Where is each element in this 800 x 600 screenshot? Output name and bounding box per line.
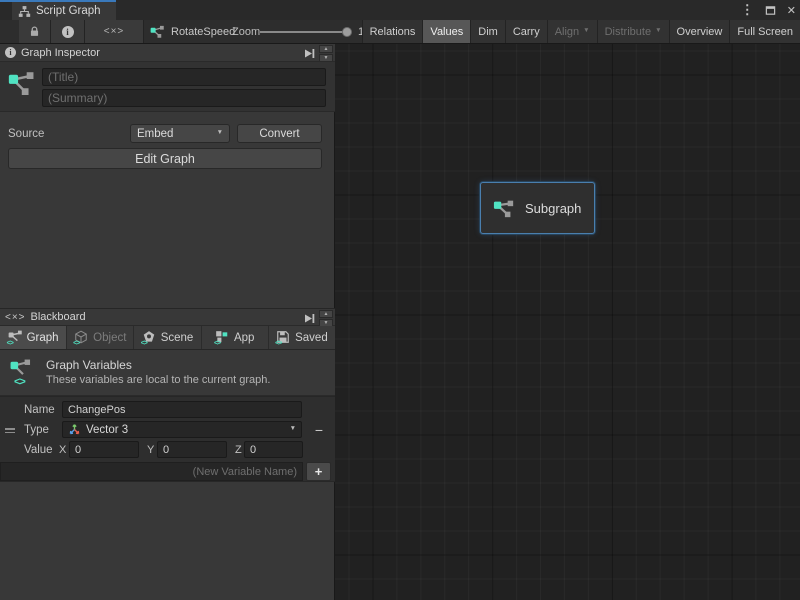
tab-scene[interactable]: <> Scene bbox=[134, 326, 200, 349]
blackboard-tabs: <> Graph <> Object bbox=[0, 326, 335, 350]
scroll-up-icon[interactable]: ▲ bbox=[319, 310, 333, 318]
graph-inspector-title: Graph Inspector bbox=[21, 47, 100, 59]
chevron-down-icon: ▼ bbox=[583, 28, 589, 35]
toolbar-left-group: i <×> bbox=[19, 20, 144, 43]
drag-handle[interactable] bbox=[5, 428, 15, 435]
graph-toolbar: i <×> RotateSpeed Zoom 1x Relations V bbox=[0, 20, 800, 44]
z-value-input[interactable] bbox=[244, 441, 303, 458]
x-axis-label: X bbox=[59, 441, 66, 458]
dim-button[interactable]: Dim bbox=[471, 20, 505, 43]
relations-button[interactable]: Relations bbox=[363, 20, 423, 43]
chevron-down-icon: ▼ bbox=[655, 28, 661, 35]
side-panel: i Graph Inspector ▲ ▼ Source bbox=[0, 44, 335, 600]
zoom-label: Zoom bbox=[232, 20, 260, 43]
blackboard-header: <×> Blackboard ▲ ▼ bbox=[0, 308, 335, 326]
tab-title: Script Graph bbox=[36, 5, 101, 17]
add-variable-button[interactable]: + bbox=[306, 462, 331, 481]
titlebar: Script Graph ⋮ ✕ bbox=[0, 0, 800, 20]
align-dropdown[interactable]: Align ▼ bbox=[548, 20, 597, 43]
graph-variables-section: <> Graph Variables These variables are l… bbox=[0, 350, 335, 396]
info-icon: i bbox=[62, 26, 74, 38]
variable-type-dropdown[interactable]: Vector 3 ▼ bbox=[62, 421, 302, 438]
type-label: Type bbox=[24, 421, 49, 439]
app-variables-icon: <> bbox=[215, 330, 230, 345]
blackboard-title: Blackboard bbox=[31, 311, 86, 323]
variable-value-row: Value X Y Z bbox=[0, 441, 335, 459]
graph-inspector-header: i Graph Inspector ▲ ▼ bbox=[0, 44, 335, 62]
window-menu-icon[interactable]: ⋮ bbox=[741, 2, 754, 18]
values-button[interactable]: Values bbox=[423, 20, 470, 43]
value-label: Value bbox=[24, 441, 53, 459]
tab-app[interactable]: <> App bbox=[202, 326, 268, 349]
y-value-input[interactable] bbox=[157, 441, 227, 458]
graph-variables-description: These variables are local to the current… bbox=[46, 374, 270, 386]
breadcrumb[interactable]: RotateSpeed bbox=[150, 20, 235, 43]
toolbar-right-group: Relations Values Dim Carry Align ▼ Distr… bbox=[362, 20, 800, 43]
graph-title-block bbox=[0, 62, 335, 112]
distribute-dropdown[interactable]: Distribute ▼ bbox=[598, 20, 669, 43]
saved-variables-icon: <> bbox=[276, 330, 291, 345]
tab-object[interactable]: <> Object bbox=[67, 326, 133, 349]
code-icon: <×> bbox=[104, 26, 125, 37]
remove-variable-button[interactable]: − bbox=[310, 421, 328, 438]
variable-row: Name Type Vector 3 ▼ − Value bbox=[0, 396, 335, 462]
graph-variables-title: Graph Variables bbox=[46, 358, 132, 372]
chevron-down-icon: ▼ bbox=[290, 426, 296, 433]
lock-button[interactable] bbox=[19, 20, 50, 43]
subgraph-node[interactable]: Subgraph bbox=[480, 182, 595, 234]
variable-name-input[interactable] bbox=[62, 401, 302, 418]
new-variable-input[interactable] bbox=[0, 462, 303, 481]
header-scroll-buttons: ▲ ▼ bbox=[319, 310, 333, 327]
tab-saved[interactable]: <> Saved bbox=[269, 326, 335, 349]
tab-script-graph[interactable]: Script Graph bbox=[12, 2, 116, 20]
blackboard-toggle-button[interactable]: <×> bbox=[85, 20, 143, 43]
node-label: Subgraph bbox=[525, 201, 581, 216]
variable-type-row: Type Vector 3 ▼ − bbox=[0, 421, 335, 439]
source-label: Source bbox=[8, 124, 44, 144]
graph-variables-icon: <> bbox=[10, 359, 36, 385]
new-variable-row: + bbox=[0, 462, 335, 482]
dock-icon[interactable] bbox=[303, 312, 316, 325]
z-axis-label: Z bbox=[235, 441, 242, 458]
inspector-toggle-button[interactable]: i bbox=[51, 20, 84, 43]
zoom-slider-track[interactable] bbox=[260, 31, 350, 33]
vector3-icon bbox=[68, 423, 81, 436]
convert-button[interactable]: Convert bbox=[237, 124, 322, 143]
scene-variables-icon: <> bbox=[142, 330, 157, 345]
variable-name-row: Name bbox=[0, 401, 335, 419]
close-icon[interactable]: ✕ bbox=[787, 4, 796, 17]
lock-icon bbox=[28, 25, 41, 38]
source-dropdown[interactable]: Embed ▼ bbox=[130, 124, 230, 143]
tab-graph[interactable]: <> Graph bbox=[0, 326, 66, 349]
unity-script-graph-window: Script Graph ⋮ ✕ i <×> bbox=[0, 0, 800, 600]
graph-icon bbox=[493, 197, 515, 219]
graph-variables-icon: <> bbox=[8, 330, 23, 345]
object-variables-icon: <> bbox=[74, 330, 89, 345]
scroll-down-icon[interactable]: ▼ bbox=[319, 54, 333, 62]
full-screen-button[interactable]: Full Screen bbox=[730, 20, 800, 43]
blackboard-icon: <×> bbox=[5, 312, 26, 323]
breadcrumb-label: RotateSpeed bbox=[171, 26, 235, 38]
graph-icon bbox=[8, 71, 38, 103]
edit-graph-button[interactable]: Edit Graph bbox=[8, 148, 322, 169]
header-scroll-buttons: ▲ ▼ bbox=[319, 45, 333, 62]
graph-canvas[interactable]: Subgraph bbox=[335, 44, 800, 600]
window-controls: ⋮ ✕ bbox=[741, 0, 796, 20]
graph-icon bbox=[150, 24, 165, 39]
graph-summary-input[interactable] bbox=[42, 89, 326, 107]
carry-button[interactable]: Carry bbox=[506, 20, 547, 43]
maximize-icon[interactable] bbox=[765, 5, 776, 16]
graph-title-input[interactable] bbox=[42, 68, 326, 86]
x-value-input[interactable] bbox=[69, 441, 139, 458]
zoom-slider-handle[interactable] bbox=[342, 27, 352, 37]
name-label: Name bbox=[24, 401, 55, 419]
script-graph-icon bbox=[18, 5, 31, 18]
scroll-up-icon[interactable]: ▲ bbox=[319, 45, 333, 53]
info-icon: i bbox=[5, 47, 16, 58]
chevron-down-icon: ▼ bbox=[217, 130, 223, 137]
overview-button[interactable]: Overview bbox=[670, 20, 730, 43]
dock-icon[interactable] bbox=[303, 47, 316, 60]
y-axis-label: Y bbox=[147, 441, 154, 458]
